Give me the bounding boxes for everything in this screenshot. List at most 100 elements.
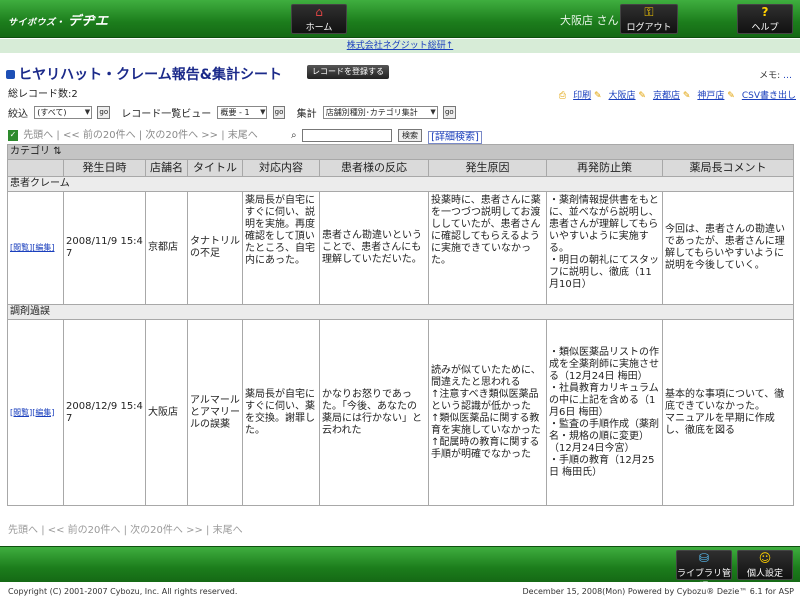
view-label: レコード一覧ビュー [121,109,212,120]
key-icon: ⚿ [644,5,654,19]
separator: | [221,130,225,141]
personal-settings-label: 個人設定 [746,569,783,579]
search-button[interactable]: 検索 [397,128,422,142]
category-header-row: カテゴリ ⇅ [6,144,795,160]
table-row: [閲覧][編集] 2008/12/9 15:47 大阪店 アルマールとアマリール… [7,319,795,506]
register-record-button[interactable]: レコードを登録する [307,65,389,79]
view-go-button[interactable]: go [272,106,286,119]
table-row: [閲覧][編集] 2008/11/9 15:47 京都店 タナトリルの不足 薬局… [7,191,795,305]
column-header-row: 発生日時 店舗名 タイトル 対応内容 患者様の反応 発生原因 再発防止策 薬局長… [7,159,795,177]
cell-comment: 今回は、患者さんの勘違いであったが、患者さんに理解してもらいやすいように説明を今… [661,191,795,305]
edit-link[interactable]: [編集] [32,243,54,252]
cell-prevention: ・類似医薬品リストの作成を全薬剤師に実施させる（12月24日 梅田） ・社員教育… [546,319,663,506]
memo: メモ: … [759,68,792,81]
separator: | [56,130,60,141]
cell-cause: 読みが似ていたために、間違えたと思われる ↑注意すべき類似医薬品という認識が低か… [428,319,547,506]
column-header[interactable]: 店舗名 [145,159,188,177]
next-page-link[interactable]: 次の20件へ >> [145,130,218,141]
column-header[interactable]: 発生日時 [63,159,146,177]
separator: | [138,130,143,141]
csv-icon: ✎ [727,91,735,101]
cell-datetime: 2008/12/9 15:47 [63,319,146,506]
help-label: ヘルプ [751,23,779,33]
narrow-select[interactable]: (すべて) [34,106,93,119]
company-link[interactable]: 株式会社ネグジット総研↑ [347,41,454,51]
detail-search-link[interactable]: [詳細検索] [428,130,482,144]
narrow-label: 絞込 [8,109,28,120]
group-name: 患者クレーム [6,176,795,192]
personal-settings-button[interactable]: ☺ 個人設定 [737,550,793,580]
app-logo[interactable]: サイボウズ・ デヂエ [8,10,109,29]
copyright: Copyright (C) 2001-2007 Cybozu, Inc. All… [8,587,238,596]
column-header[interactable]: 薬局長コメント [661,159,795,177]
next-page-link[interactable]: 次の20件へ >> [130,525,203,536]
pencil-icon: ✎ [682,91,691,101]
first-page-link[interactable]: 先頭へ [23,130,53,141]
records-table: カテゴリ ⇅ 発生日時 店舗名 タイトル 対応内容 患者様の反応 発生原因 再発… [6,144,795,506]
sum-label: 集計 [296,109,317,120]
print-link[interactable]: 印刷 [573,91,591,101]
cell-response: 薬局長が自宅にすぐに伺い、薬を交換。謝罪した。 [242,319,320,506]
prev-page-link[interactable]: << 前の20件へ [63,130,136,141]
cell-store: 大阪店 [145,319,188,506]
edit-link[interactable]: [編集] [32,408,54,417]
person-icon: ☺ [758,551,772,565]
view-select[interactable]: 概要 - 1 [217,106,268,119]
separator: | [206,525,210,536]
column-header-actions [7,159,64,177]
pager-bottom: 先頭へ | << 前の20件へ | 次の20件へ >> | 末尾へ [8,521,243,536]
logout-button[interactable]: ⚿ ログアウト [620,4,678,34]
column-header[interactable]: 再発防止策 [546,159,663,177]
sum-select[interactable]: 店舗別種別･カテゴリ集計 [322,106,438,119]
top-bar: サイボウズ・ デヂエ ⌂ ホーム 大阪店 さん ⚿ ログアウト ? ヘルプ [0,0,800,38]
csv-export-link[interactable]: CSV書き出し [742,91,796,101]
cell-title: アルマールとアマリールの誤薬 [187,319,243,506]
checkbox-icon[interactable]: ✓ [8,129,18,141]
kyoto-link[interactable]: 京都店 [653,91,680,101]
page-title: ヒヤリハット・クレーム報告&集計シート [18,67,282,83]
column-header[interactable]: 発生原因 [428,159,547,177]
prev-page-link[interactable]: << 前の20件へ [48,525,121,536]
sort-icon[interactable]: ⇅ [53,146,61,157]
group-name: 調剤過誤 [6,304,795,320]
row-actions: [閲覧][編集] [7,191,64,305]
user-name: 大阪店 さん [560,14,619,27]
category-header[interactable]: カテゴリ ⇅ [6,144,795,160]
column-header[interactable]: タイトル [187,159,243,177]
column-header[interactable]: 患者様の反応 [319,159,429,177]
date-powered: December 15, 2008(Mon) Powered by Cybozu… [522,587,794,596]
sum-go-button[interactable]: go [442,106,456,119]
group-row: 患者クレーム [6,176,795,192]
pager-top: ✓ 先頭へ | << 前の20件へ | 次の20件へ >> | 末尾へ ⌕ 検索… [8,126,798,144]
search-input[interactable] [301,128,392,142]
logout-label: ログアウト [626,23,672,33]
question-icon: ? [761,5,769,19]
search-icon: ⌕ [290,130,297,141]
row-actions: [閲覧][編集] [7,319,64,506]
action-links: ⎙ 印刷 ✎ 大阪店 ✎ 京都店 ✎ 神戸店 ✎ CSV書き出し [559,88,796,101]
logo-main-text: デヂエ [68,14,109,29]
cell-cause: 投薬時に、患者さんに薬を一つづつ説明してお渡ししていたが、患者さんに確認してもら… [428,191,547,305]
kobe-link[interactable]: 神戸店 [697,91,724,101]
cell-store: 京都店 [145,191,188,305]
pencil-icon: ✎ [638,91,646,101]
cell-datetime: 2008/11/9 15:47 [63,191,146,305]
help-button[interactable]: ? ヘルプ [737,4,793,34]
logo-small-text: サイボウズ・ [8,18,66,28]
library-admin-button[interactable]: ⛁ ライブラリ管理 [676,550,732,592]
title-bullet-icon [6,69,15,79]
osaka-link[interactable]: 大阪店 [609,91,636,101]
memo-label: メモ: [759,71,781,81]
cell-response: 薬局長が自宅にすぐに伺い、説明を実施。再度確認をして頂いたところ、自宅内にあった… [242,191,320,305]
column-header[interactable]: 対応内容 [242,159,320,177]
home-button[interactable]: ⌂ ホーム [291,4,347,34]
last-page-link[interactable]: 末尾へ [228,130,258,141]
last-page-link[interactable]: 末尾へ [213,525,243,536]
first-page-link[interactable]: 先頭へ [8,525,38,536]
filter-row: 絞込 (すべて) go レコード一覧ビュー 概要 - 1 go 集計 店舗別種別… [8,105,798,121]
view-link[interactable]: [閲覧] [10,408,32,417]
view-link[interactable]: [閲覧] [10,243,32,252]
memo-link[interactable]: … [783,71,792,81]
title-row: ヒヤリハット・クレーム報告&集計シート レコードを登録する メモ: … [6,64,796,83]
narrow-go-button[interactable]: go [97,106,111,119]
